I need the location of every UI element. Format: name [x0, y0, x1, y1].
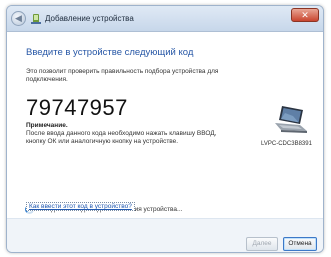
back-button[interactable]: ◀	[11, 11, 26, 26]
close-icon: ✕	[301, 10, 309, 20]
next-button[interactable]: Далее	[246, 237, 278, 251]
page-heading: Введите в устройстве следующий код	[26, 47, 194, 58]
window-title: Добавление устройства	[45, 14, 134, 23]
close-button[interactable]: ✕	[291, 8, 319, 22]
cancel-button[interactable]: Отмена	[283, 237, 317, 251]
help-link[interactable]: Как ввести этот код в устройство?	[26, 202, 135, 211]
note-title: Примечание.	[26, 122, 68, 129]
description-text: Это позволит проверить правильность подб…	[26, 68, 219, 83]
laptop-icon	[275, 106, 307, 133]
add-device-window: ◀ Добавление устройства ✕ Введите в устр…	[6, 5, 324, 253]
note-text: После ввода данного кода необходимо нажа…	[26, 130, 217, 145]
devices-icon	[31, 14, 41, 24]
device-name: LVPC-CDC3B8391	[261, 141, 312, 147]
title-bar: ◀ Добавление устройства ✕	[7, 6, 323, 32]
wizard-content: Введите в устройстве следующий код Это п…	[7, 32, 323, 218]
pairing-code: 79747957	[26, 95, 128, 120]
back-arrow-icon: ◀	[15, 13, 22, 23]
footer: Далее Отмена	[7, 218, 323, 252]
